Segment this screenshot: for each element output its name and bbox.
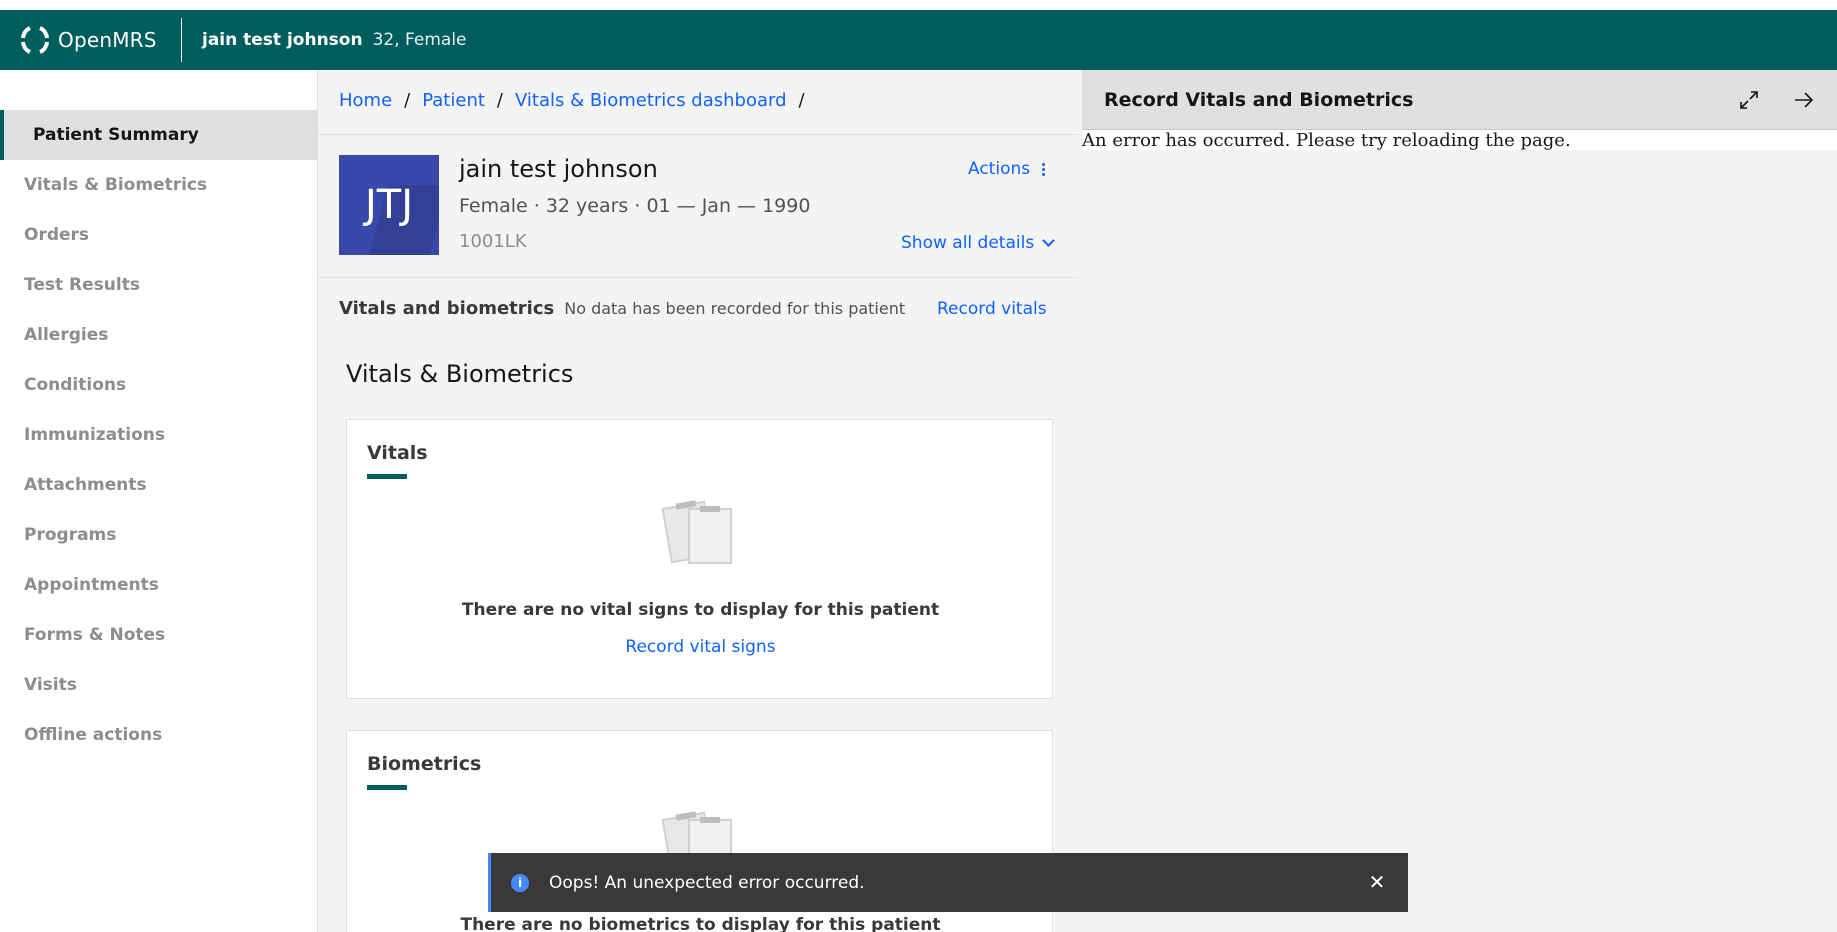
nav-label: Conditions <box>24 375 127 395</box>
nav-label: Offline actions <box>24 725 163 745</box>
breadcrumb: Home / Patient / Vitals & Biometrics das… <box>339 90 817 111</box>
breadcrumb-vitals-dashboard[interactable]: Vitals & Biometrics dashboard <box>515 90 787 111</box>
avatar-initials: JTJ <box>364 182 414 228</box>
nav-label: Orders <box>24 225 90 245</box>
header-patient-name: jain test johnson <box>202 30 363 50</box>
nav-label: Allergies <box>24 325 109 345</box>
workspace-header: Record Vitals and Biometrics <box>1082 70 1837 130</box>
actions-label: Actions <box>968 159 1031 179</box>
biometrics-empty-text: There are no biometrics to display for t… <box>460 915 941 932</box>
section-title: Vitals & Biometrics <box>346 360 574 388</box>
nav-label: Attachments <box>24 475 147 495</box>
nav-item-patient-summary[interactable]: Patient Summary <box>0 110 317 160</box>
actions-button[interactable]: Actions <box>968 159 1046 179</box>
vitals-header-summary: Vitals and biometrics No data has been r… <box>339 298 1059 319</box>
patient-name: jain test johnson <box>459 155 658 183</box>
nav-label: Vitals & Biometrics <box>24 175 208 195</box>
nav-label: Appointments <box>24 575 159 595</box>
show-all-details-label: Show all details <box>901 233 1035 253</box>
nav-label: Visits <box>24 675 77 695</box>
nav-item-allergies[interactable]: Allergies <box>0 310 317 360</box>
nav-item-forms-notes[interactable]: Forms & Notes <box>0 610 317 660</box>
nav-label: Test Results <box>24 275 140 295</box>
main-content: Home / Patient / Vitals & Biometrics das… <box>319 70 1079 932</box>
left-nav: Patient Summary Vitals & Biometrics Orde… <box>0 70 318 932</box>
nav-item-orders[interactable]: Orders <box>0 210 317 260</box>
biometrics-card-title: Biometrics <box>367 753 482 775</box>
record-vitals-link[interactable]: Record vitals <box>937 299 1047 319</box>
nav-label: Programs <box>24 525 117 545</box>
patient-identifier: 1001LK <box>459 231 527 252</box>
record-vital-signs-link[interactable]: Record vital signs <box>347 637 1054 657</box>
nav-item-test-results[interactable]: Test Results <box>0 260 317 310</box>
patient-avatar: JTJ <box>339 155 439 255</box>
vitals-summary-subtitle: No data has been recorded for this patie… <box>564 299 906 318</box>
show-all-details-button[interactable]: Show all details <box>901 233 1056 253</box>
card-title-underline <box>367 474 407 479</box>
breadcrumb-home[interactable]: Home <box>339 90 392 111</box>
vitals-summary-title: Vitals and biometrics <box>339 298 555 319</box>
breadcrumb-separator: / <box>404 90 411 111</box>
nav-item-programs[interactable]: Programs <box>0 510 317 560</box>
workspace-panel: Record Vitals and Biometrics An error ha… <box>1082 70 1837 932</box>
error-toast: i Oops! An unexpected error occurred. ✕ <box>488 853 1408 912</box>
nav-item-immunizations[interactable]: Immunizations <box>0 410 317 460</box>
app-name: OpenMRS <box>58 28 157 52</box>
nav-item-visits[interactable]: Visits <box>0 660 317 710</box>
browser-strip <box>0 0 1837 10</box>
nav-item-conditions[interactable]: Conditions <box>0 360 317 410</box>
nav-label: Forms & Notes <box>24 625 166 645</box>
vitals-empty-text: There are no vital signs to display for … <box>461 600 940 620</box>
patient-demographics: Female · 32 years · 01 — Jan — 1990 <box>459 195 811 217</box>
nav-item-vitals-biometrics[interactable]: Vitals & Biometrics <box>0 160 317 210</box>
nav-item-offline-actions[interactable]: Offline actions <box>0 710 317 760</box>
openmrs-logo-icon <box>21 26 49 54</box>
empty-clipboard-icon <box>661 496 742 576</box>
workspace-title: Record Vitals and Biometrics <box>1104 88 1414 111</box>
nav-label: Patient Summary <box>33 125 199 145</box>
arrow-right-icon[interactable] <box>1792 88 1816 112</box>
nav-item-appointments[interactable]: Appointments <box>0 560 317 610</box>
breadcrumb-separator: / <box>496 90 503 111</box>
info-icon: i <box>511 873 529 892</box>
header-patient: jain test johnson 32, Female <box>202 30 467 50</box>
maximize-icon[interactable] <box>1737 88 1761 112</box>
workspace-error-message: An error has occurred. Please try reload… <box>1082 130 1837 151</box>
patient-banner: JTJ jain test johnson Female · 32 years … <box>319 134 1079 278</box>
card-title-underline <box>367 785 407 790</box>
breadcrumb-separator: / <box>798 90 805 111</box>
vitals-card: Vitals There are no vital signs to displ… <box>346 419 1053 699</box>
toast-message: Oops! An unexpected error occurred. <box>549 872 865 893</box>
header-patient-meta: 32, Female <box>372 30 467 50</box>
chevron-down-icon <box>1042 234 1056 247</box>
overflow-menu-icon <box>1042 162 1046 176</box>
close-icon[interactable]: ✕ <box>1366 871 1388 893</box>
vitals-card-title: Vitals <box>367 442 428 464</box>
nav-item-attachments[interactable]: Attachments <box>0 460 317 510</box>
top-header: OpenMRS jain test johnson 32, Female <box>0 10 1837 70</box>
app-root: OpenMRS jain test johnson 32, Female Pat… <box>0 0 1837 932</box>
openmrs-logo[interactable]: OpenMRS <box>0 18 182 62</box>
nav-label: Immunizations <box>24 425 166 445</box>
breadcrumb-patient[interactable]: Patient <box>422 90 485 111</box>
